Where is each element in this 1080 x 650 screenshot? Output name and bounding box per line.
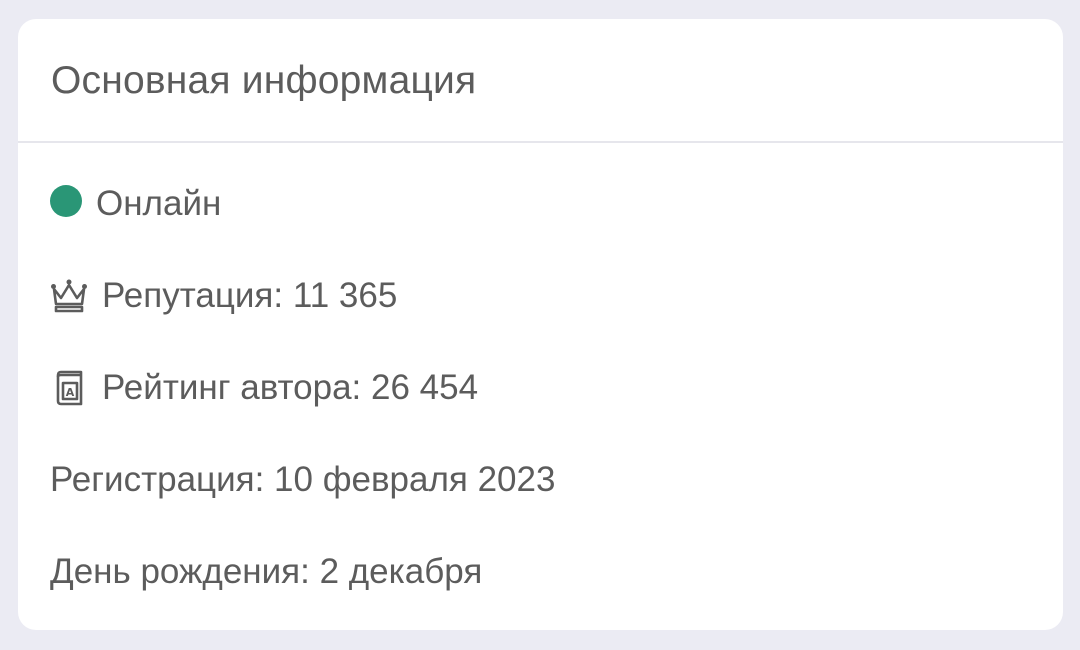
birthday-label: День рождения: 2 декабря: [50, 552, 483, 591]
author-rating-row: A Рейтинг автора: 26 454: [50, 367, 478, 409]
book-icon: A: [50, 369, 88, 407]
birthday-row: День рождения: 2 декабря: [50, 551, 482, 593]
registration-label: Регистрация: 10 февраля 2023: [50, 460, 556, 499]
online-status-label: Онлайн: [96, 184, 222, 223]
crown-icon: [50, 277, 88, 315]
basic-info-card: Основная информация Онлайн Репутация: 11…: [18, 19, 1063, 630]
card-title: Основная информация: [51, 59, 477, 102]
online-status: Онлайн: [50, 183, 221, 225]
svg-text:A: A: [66, 386, 75, 399]
registration-row: Регистрация: 10 февраля 2023: [50, 459, 555, 501]
online-status-dot: [50, 185, 82, 217]
reputation-row: Репутация: 11 365: [50, 275, 397, 317]
card-header: Основная информация: [18, 19, 1063, 143]
reputation-label: Репутация: 11 365: [102, 276, 398, 315]
author-rating-label: Рейтинг автора: 26 454: [102, 368, 479, 407]
